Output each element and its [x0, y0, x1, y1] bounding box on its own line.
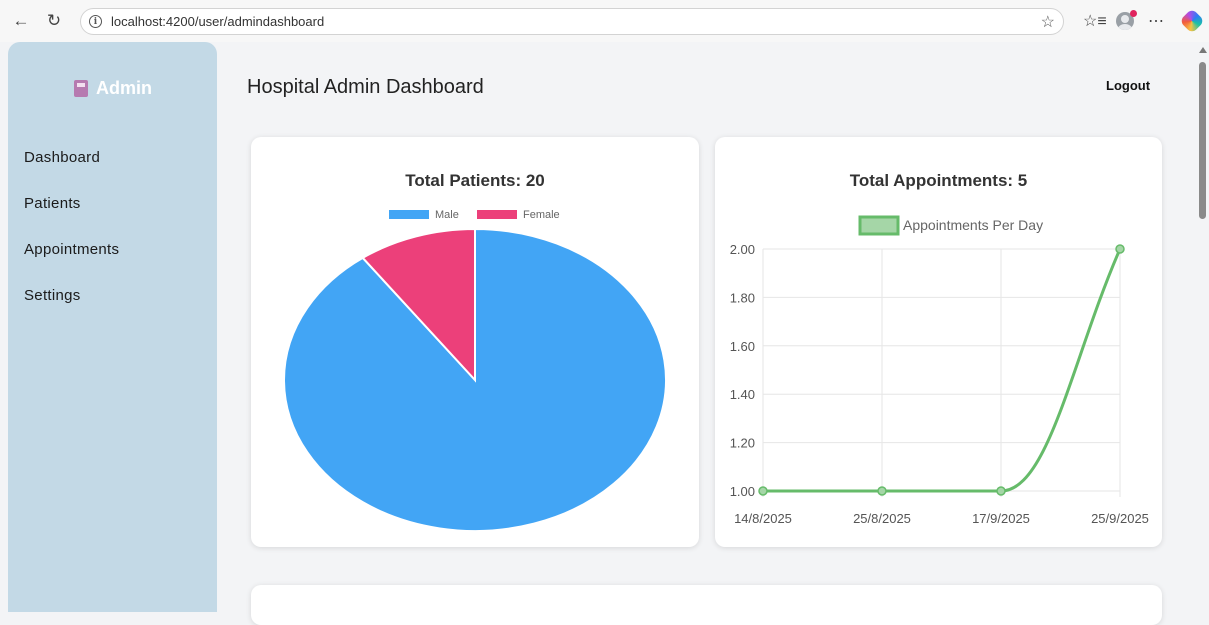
more-icon[interactable]: ⋯ [1148, 10, 1165, 32]
url-text: localhost:4200/user/admindashboard [111, 14, 325, 29]
legend-male[interactable]: Male [389, 209, 459, 221]
book-icon [74, 80, 88, 97]
logout-button[interactable]: Logout [1106, 78, 1150, 93]
back-arrow-icon[interactable]: ← [10, 10, 32, 32]
sidebar-item-appointments[interactable]: Appointments [24, 241, 119, 264]
sidebar: Admin Dashboard Patients Appointments Se… [8, 42, 217, 612]
y-tick-label: 1.20 [730, 436, 755, 451]
legend-female[interactable]: Female [477, 209, 560, 221]
x-tick-label: 14/8/2025 [734, 511, 792, 526]
legend-label: Appointments Per Day [903, 217, 1043, 233]
scroll-up-icon[interactable] [1199, 47, 1207, 53]
info-icon[interactable]: i [89, 15, 102, 28]
x-tick-label: 17/9/2025 [972, 511, 1030, 526]
legend-label: Male [435, 209, 459, 221]
y-tick-label: 1.60 [730, 339, 755, 354]
bottom-card [251, 585, 1162, 625]
data-point[interactable] [758, 486, 768, 496]
y-tick-label: 2.00 [730, 242, 755, 257]
data-point[interactable] [1115, 244, 1125, 254]
sidebar-item-dashboard[interactable]: Dashboard [24, 149, 119, 172]
data-point[interactable] [996, 486, 1006, 496]
star-icon[interactable]: ☆ [1041, 12, 1055, 32]
sidebar-item-settings[interactable]: Settings [24, 287, 119, 310]
appointments-card: Total Appointments: 5 Appointments Per D… [715, 137, 1162, 547]
sidebar-menu: Dashboard Patients Appointments Settings [24, 149, 119, 333]
legend-swatch [858, 215, 900, 236]
x-tick-label: 25/8/2025 [853, 511, 911, 526]
legend-swatch [389, 210, 429, 219]
y-tick-label: 1.40 [730, 387, 755, 402]
data-point[interactable] [877, 486, 887, 496]
x-tick-label: 25/9/2025 [1091, 511, 1149, 526]
appointments-line-chart: Appointments Per Day 1.00 1.20 1.40 1.60 1.80… [730, 215, 1149, 526]
y-tick-label: 1.00 [730, 484, 755, 499]
legend-swatch [477, 210, 517, 219]
page-title: Hospital Admin Dashboard [247, 76, 484, 98]
page-scrollbar[interactable] [1196, 42, 1209, 599]
reload-icon[interactable]: ↻ [43, 10, 65, 32]
patients-card: Total Patients: 20 Male Female [251, 137, 699, 547]
legend-appointments[interactable]: Appointments Per Day [858, 215, 1043, 236]
sidebar-item-patients[interactable]: Patients [24, 195, 119, 218]
y-tick-label: 1.80 [730, 290, 755, 305]
favorites-icon[interactable]: ☆≡ [1083, 10, 1107, 32]
brand-label: Admin [96, 78, 152, 98]
legend-label: Female [523, 209, 560, 221]
sidebar-brand: Admin [74, 78, 152, 99]
patients-pie-chart: Male Female [283, 209, 667, 532]
scroll-thumb[interactable] [1199, 62, 1206, 219]
series-line [762, 248, 1122, 493]
copilot-icon[interactable] [1179, 8, 1205, 34]
profile-icon[interactable] [1114, 10, 1137, 32]
browser-toolbar: ← ↻ i localhost:4200/user/admindashboard… [0, 0, 1209, 42]
address-bar[interactable]: i localhost:4200/user/admindashboard ☆ [80, 8, 1064, 35]
